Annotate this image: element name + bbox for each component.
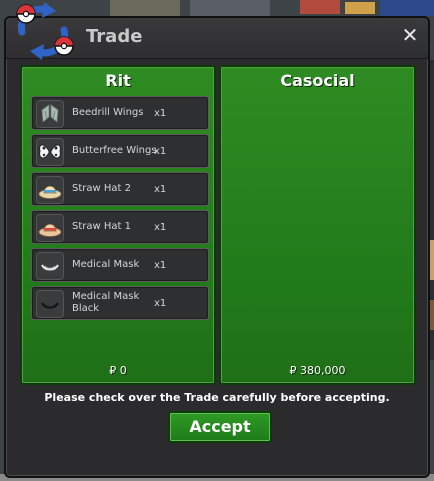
- medical-mask-black-icon: [36, 290, 64, 318]
- left-money-offer: ₽ 0: [109, 364, 127, 377]
- trade-window: Trade ✕ Rit Beedrill Wings x1 Butterfree…: [4, 16, 430, 478]
- close-icon[interactable]: ✕: [400, 25, 420, 45]
- item-quantity: x1: [154, 183, 167, 195]
- right-trade-panel: Casocial ₽ 380,000: [219, 65, 416, 385]
- item-quantity: x1: [154, 259, 167, 271]
- item-quantity: x1: [154, 297, 167, 309]
- trade-notice: Please check over the Trade carefully be…: [44, 391, 390, 404]
- item-name: Straw Hat 1: [72, 221, 131, 232]
- right-trader-name: Casocial: [280, 71, 355, 90]
- window-title: Trade: [86, 26, 143, 47]
- straw-hat-1-icon: [36, 214, 64, 242]
- right-money-offer: ₽ 380,000: [289, 364, 346, 377]
- left-trader-name: Rit: [105, 71, 131, 90]
- left-trade-panel: Rit Beedrill Wings x1 Butterfree Wings x…: [20, 65, 216, 385]
- item-quantity: x1: [154, 145, 167, 157]
- trade-item[interactable]: Straw Hat 1 x1: [31, 210, 209, 244]
- trade-item[interactable]: Butterfree Wings x1: [31, 134, 209, 168]
- item-name: Medical Mask Black: [72, 291, 140, 314]
- item-name: Beedrill Wings: [72, 107, 144, 118]
- trade-item[interactable]: Beedrill Wings x1: [31, 96, 209, 130]
- beedrill-wings-icon: [36, 100, 64, 128]
- trade-arrows-icon: [16, 2, 74, 60]
- item-name: Butterfree Wings: [72, 145, 157, 156]
- trade-item[interactable]: Medical Mask x1: [31, 248, 209, 282]
- trade-item[interactable]: Straw Hat 2 x1: [31, 172, 209, 206]
- straw-hat-2-icon: [36, 176, 64, 204]
- accept-button[interactable]: Accept: [168, 411, 272, 443]
- item-name: Medical Mask: [72, 259, 140, 270]
- item-quantity: x1: [154, 107, 167, 119]
- item-name: Straw Hat 2: [72, 183, 131, 194]
- medical-mask-icon: [36, 252, 64, 280]
- trade-item[interactable]: Medical Mask Black x1: [31, 286, 209, 320]
- butterfree-wings-icon: [36, 138, 64, 166]
- item-quantity: x1: [154, 221, 167, 233]
